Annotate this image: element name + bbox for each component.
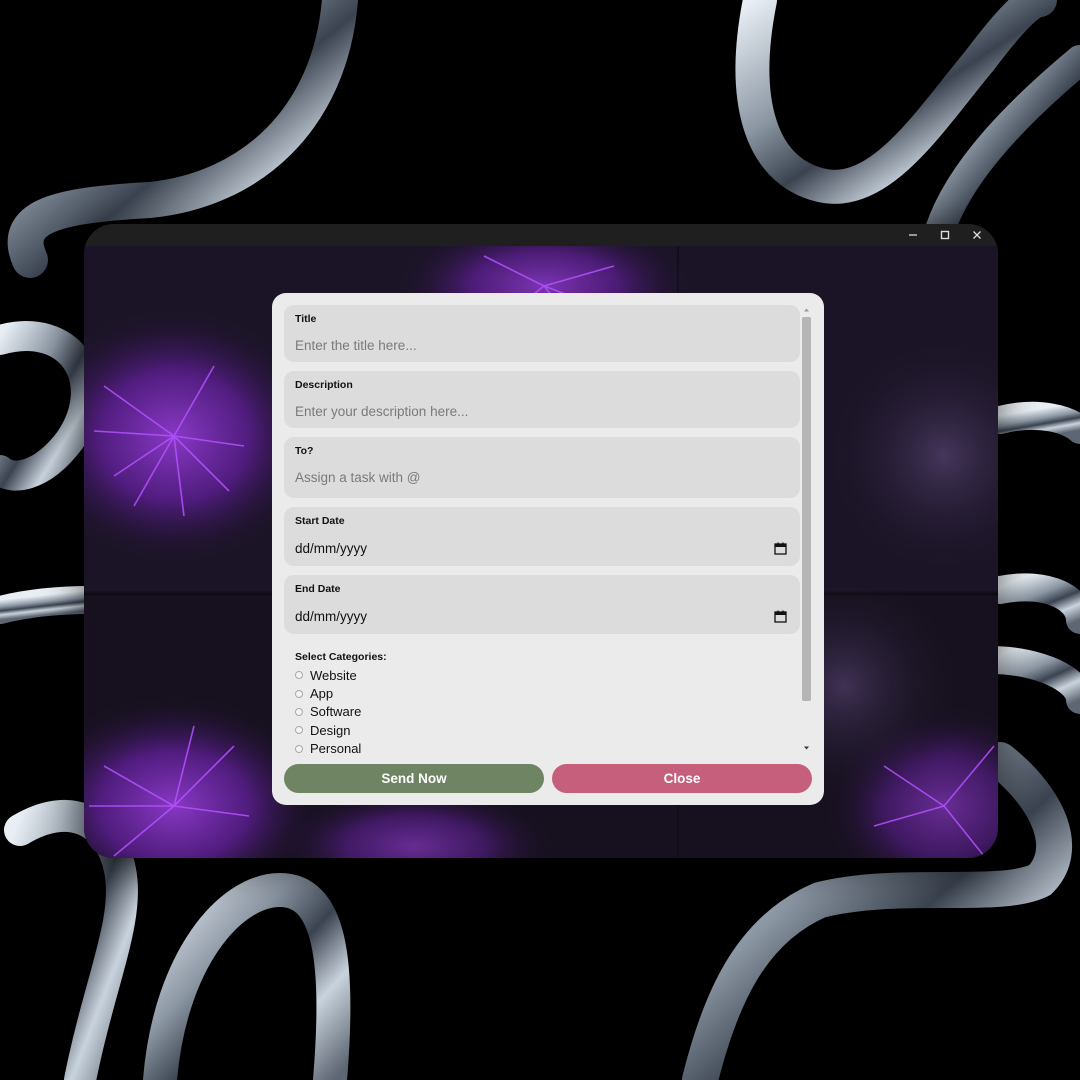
title-input[interactable] — [295, 338, 789, 353]
radio-button[interactable] — [295, 689, 303, 698]
form-scrollbar[interactable] — [802, 307, 811, 751]
task-form-dialog: Title Description To? Start Date dd/mm/y… — [272, 293, 824, 805]
category-label: Software — [310, 704, 362, 720]
start-date-value[interactable]: dd/mm/yyyy — [295, 541, 367, 556]
category-label: Personal — [310, 741, 362, 755]
category-label: App — [310, 686, 334, 702]
radio-button[interactable] — [295, 744, 303, 753]
scroll-down-arrow-icon[interactable] — [803, 745, 810, 751]
title-label: Title — [295, 313, 317, 325]
scroll-up-arrow-icon[interactable] — [803, 307, 810, 313]
assignee-input[interactable] — [295, 470, 789, 485]
description-input[interactable] — [295, 404, 789, 419]
form-scroll-area[interactable]: Title Description To? Start Date dd/mm/y… — [284, 305, 800, 755]
radio-button[interactable] — [295, 707, 303, 716]
category-option-software[interactable]: Software — [295, 703, 789, 721]
category-label: Design — [310, 722, 351, 738]
title-field: Title — [284, 305, 800, 362]
start-date-field: Start Date dd/mm/yyyy — [284, 507, 800, 566]
window-titlebar[interactable] — [84, 224, 998, 246]
dialog-actions: Send Now Close — [284, 764, 812, 793]
send-now-button[interactable]: Send Now — [284, 764, 544, 793]
category-option-app[interactable]: App — [295, 684, 789, 702]
assignee-label: To? — [295, 445, 314, 457]
description-label: Description — [295, 379, 353, 391]
category-option-personal[interactable]: Personal — [295, 740, 789, 755]
radio-button[interactable] — [295, 726, 303, 735]
app-window: Title Description To? Start Date dd/mm/y… — [84, 224, 998, 858]
end-date-field: End Date dd/mm/yyyy — [284, 575, 800, 634]
end-date-value[interactable]: dd/mm/yyyy — [295, 609, 367, 624]
category-label: Website — [310, 667, 357, 683]
minimize-icon[interactable] — [906, 228, 920, 242]
end-date-label: End Date — [295, 583, 341, 595]
assignee-field: To? — [284, 437, 800, 498]
scrollbar-thumb[interactable] — [802, 317, 811, 701]
category-option-design[interactable]: Design — [295, 721, 789, 739]
description-field: Description — [284, 371, 800, 428]
close-button[interactable]: Close — [552, 764, 812, 793]
categories-title: Select Categories: — [295, 651, 387, 663]
close-icon[interactable] — [970, 228, 984, 242]
maximize-icon[interactable] — [938, 228, 952, 242]
calendar-icon[interactable] — [774, 610, 787, 623]
calendar-icon[interactable] — [774, 542, 787, 555]
start-date-label: Start Date — [295, 515, 345, 527]
start-date-input[interactable]: dd/mm/yyyy — [295, 541, 789, 556]
category-option-website[interactable]: Website — [295, 666, 789, 684]
radio-button[interactable] — [295, 671, 303, 680]
end-date-input[interactable]: dd/mm/yyyy — [295, 609, 789, 624]
categories-group: Select Categories: Website App Software … — [284, 643, 800, 755]
